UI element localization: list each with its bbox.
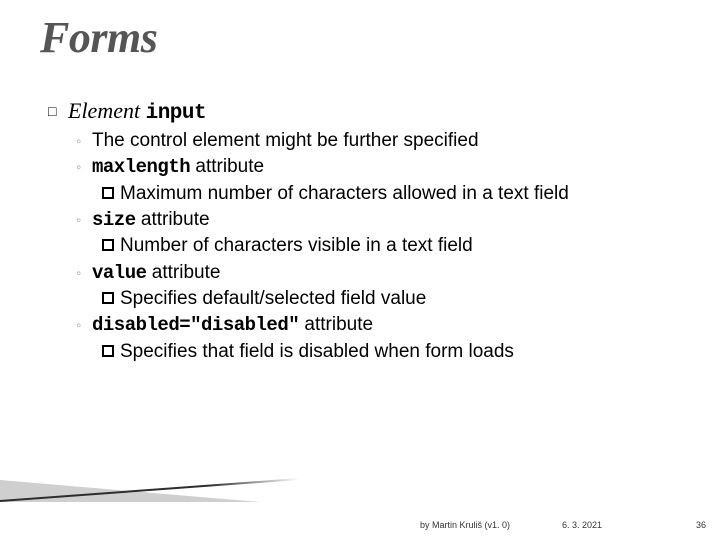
bullet-control-specified: ◦ The control element might be further s… (76, 129, 678, 153)
bullet-value-desc: Specifies default/selected field value (102, 287, 678, 311)
attr-suffix: attribute (147, 262, 221, 283)
attr-suffix: attribute (299, 314, 373, 335)
bullet-text: Number of characters visible in a text f… (120, 234, 473, 258)
bullet-maxlength: ◦ maxlength attribute (76, 155, 678, 179)
circle-bullet-icon: ◦ (76, 211, 92, 230)
slide-title: Forms (40, 12, 157, 63)
bullet-text: The control element might be further spe… (92, 129, 678, 153)
attr-suffix: attribute (190, 156, 264, 177)
bullet-text: Specifies that field is disabled when fo… (120, 340, 514, 364)
attr-code: disabled="disabled" (92, 314, 299, 336)
square-bullet-icon (102, 238, 120, 256)
heading-prefix: Element (68, 98, 146, 123)
bullet-disabled-desc: Specifies that field is disabled when fo… (102, 340, 678, 364)
square-bullet-icon (102, 291, 120, 309)
slide-body: □ Element input ◦ The control element mi… (48, 98, 678, 366)
attr-code: size (92, 209, 136, 231)
attr-code: value (92, 262, 147, 284)
square-bullet-icon (102, 186, 120, 204)
bullet-maxlength-desc: Maximum number of characters allowed in … (102, 182, 678, 206)
attr-code: maxlength (92, 156, 190, 178)
square-bullet-icon: □ (48, 103, 68, 119)
circle-bullet-icon: ◦ (76, 158, 92, 177)
heading-code: input (146, 102, 207, 125)
footer-page-number: 36 (696, 520, 706, 530)
footer-date: 6. 3. 2021 (562, 520, 602, 530)
bullet-text: Specifies default/selected field value (120, 287, 426, 311)
bullet-size-desc: Number of characters visible in a text f… (102, 234, 678, 258)
attr-suffix: attribute (136, 209, 210, 230)
bullet-disabled: ◦ disabled="disabled" attribute (76, 313, 678, 337)
bullet-value: ◦ value attribute (76, 261, 678, 285)
slide-decoration (0, 452, 300, 502)
bullet-text: Maximum number of characters allowed in … (120, 182, 569, 206)
circle-bullet-icon: ◦ (76, 316, 92, 335)
footer-author: by Martin Kruliš (v1. 0) (420, 520, 510, 530)
square-bullet-icon (102, 344, 120, 362)
heading-element-input: □ Element input (48, 98, 678, 125)
circle-bullet-icon: ◦ (76, 132, 92, 151)
bullet-size: ◦ size attribute (76, 208, 678, 232)
circle-bullet-icon: ◦ (76, 264, 92, 283)
